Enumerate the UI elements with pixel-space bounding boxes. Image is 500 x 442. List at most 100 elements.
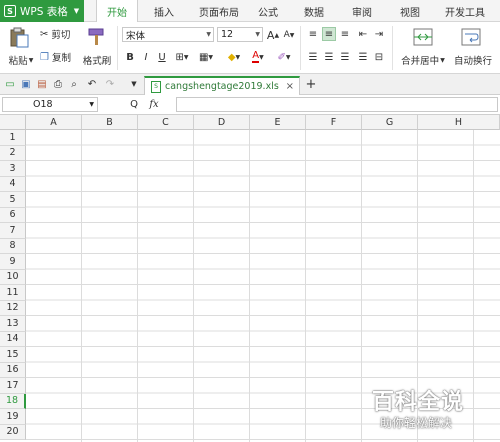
column-header[interactable]: D xyxy=(194,115,250,130)
save-icon[interactable]: ▣ xyxy=(20,78,32,90)
font-name-select[interactable]: 宋体 ▼ xyxy=(122,27,214,42)
redo-icon[interactable]: ↷ xyxy=(104,78,116,90)
align-left-icon: ☰ xyxy=(308,51,318,63)
copy-icon: ❐ xyxy=(40,51,49,63)
tab-data[interactable]: 数据 xyxy=(298,0,330,22)
select-all-corner[interactable] xyxy=(0,115,26,130)
print-icon[interactable]: ⎙ xyxy=(52,78,64,90)
row-header[interactable]: 8 xyxy=(0,238,26,254)
scissors-icon: ✂ xyxy=(40,28,49,40)
merge-center-button[interactable]: 合并居中 ▼ xyxy=(398,53,448,67)
menu-bar: S WPS 表格 ▼ 开始 插入 页面布局 公式 数据 审阅 视图 开发工具 xyxy=(0,0,500,23)
paste-label: 粘贴 xyxy=(8,56,28,67)
column-header[interactable]: A xyxy=(26,115,82,130)
tab-view[interactable]: 视图 xyxy=(394,0,426,22)
column-header[interactable]: H xyxy=(418,115,500,130)
row-header[interactable]: 5 xyxy=(0,192,26,208)
align-right-button[interactable]: ☰ xyxy=(338,50,352,64)
document-tab[interactable]: S cangshengtage2019.xls × xyxy=(144,76,300,95)
row-header[interactable]: 15 xyxy=(0,347,26,363)
row-header[interactable]: 7 xyxy=(0,223,26,239)
row-header[interactable]: 11 xyxy=(0,285,26,301)
align-top-button[interactable]: ≡ xyxy=(306,27,320,41)
copy-button[interactable]: ❐ 复制 xyxy=(40,50,78,65)
wps-menu-button[interactable]: S WPS 表格 ▼ xyxy=(0,0,84,22)
column-header[interactable]: F xyxy=(306,115,362,130)
align-left-button[interactable]: ☰ xyxy=(306,50,320,64)
row-header[interactable]: 10 xyxy=(0,269,26,285)
tab-formulas[interactable]: 公式 xyxy=(252,0,284,22)
row-header[interactable]: 20 xyxy=(0,424,26,440)
insert-function-icon[interactable]: fx xyxy=(146,98,162,111)
paste-icon[interactable] xyxy=(8,26,30,48)
row-header[interactable]: 6 xyxy=(0,207,26,223)
cut-button[interactable]: ✂ 剪切 xyxy=(40,27,78,42)
quick-access-dropdown-icon[interactable]: ▼ xyxy=(128,78,140,90)
row-header[interactable]: 18 xyxy=(0,393,26,409)
separator xyxy=(392,26,393,70)
row-header[interactable]: 2 xyxy=(0,145,26,161)
print-preview-icon[interactable]: ⌕ xyxy=(68,78,80,90)
row-header[interactable]: 1 xyxy=(0,130,26,146)
shrink-font-button[interactable]: A ▼ xyxy=(282,28,296,42)
chevron-down-icon: ▼ xyxy=(206,31,211,38)
row-header[interactable]: 3 xyxy=(0,161,26,177)
increase-indent-button[interactable]: ⇥ xyxy=(372,27,386,41)
undo-icon[interactable]: ↶ xyxy=(86,78,98,90)
row-header[interactable]: 13 xyxy=(0,316,26,332)
tab-insert[interactable]: 插入 xyxy=(146,0,182,22)
export-pdf-icon[interactable]: ▤ xyxy=(36,78,48,90)
grow-font-button[interactable]: A ▲ xyxy=(266,28,280,42)
document-tab-bar: ▭ ▣ ▤ ⎙ ⌕ ↶ ↷ ▼ S cangshengtage2019.xls … xyxy=(0,74,500,95)
tab-page-layout[interactable]: 页面布局 xyxy=(192,0,246,22)
row-header[interactable]: 14 xyxy=(0,331,26,347)
separator xyxy=(117,26,118,70)
new-tab-button[interactable]: + xyxy=(304,77,318,92)
zoom-icon[interactable]: Q xyxy=(128,98,140,111)
align-center-button[interactable]: ☰ xyxy=(322,50,336,64)
align-bottom-button[interactable]: ≡ xyxy=(338,27,352,41)
justify-icon: ☰ xyxy=(358,51,368,63)
cell-style-button[interactable]: ▦ ▼ xyxy=(196,50,216,64)
tab-review[interactable]: 审阅 xyxy=(346,0,378,22)
fill-color-button[interactable]: ◆ ▼ xyxy=(224,50,244,64)
distribute-button[interactable]: ⊟ xyxy=(372,50,386,64)
row-header[interactable]: 17 xyxy=(0,378,26,394)
name-box[interactable]: O18 ▼ xyxy=(2,97,98,112)
row-header[interactable]: 9 xyxy=(0,254,26,270)
align-middle-button[interactable]: ≡ xyxy=(322,27,336,41)
font-name-value: 宋体 xyxy=(126,30,146,42)
justify-button[interactable]: ☰ xyxy=(356,50,370,64)
close-tab-icon[interactable]: × xyxy=(286,81,294,92)
row-header[interactable]: 16 xyxy=(0,362,26,378)
tab-home[interactable]: 开始 xyxy=(96,0,138,23)
italic-button[interactable]: I xyxy=(140,50,152,64)
column-header[interactable]: C xyxy=(138,115,194,130)
clear-format-button[interactable]: ✐ ▼ xyxy=(274,50,294,64)
column-header[interactable]: E xyxy=(250,115,306,130)
formula-input[interactable] xyxy=(176,97,498,112)
border-button[interactable]: ⊞ ▼ xyxy=(172,50,192,64)
new-file-icon[interactable]: ▭ xyxy=(4,78,16,90)
font-color-button[interactable]: A ▼ xyxy=(248,50,268,64)
cell-reference: O18 xyxy=(33,99,53,110)
row-header[interactable]: 12 xyxy=(0,300,26,316)
ribbon: 粘贴 ▼ ✂ 剪切 ❐ 复制 格式刷 宋体 ▼ 12 ▼ A ▲ A ▼ B I U ⊞ ▼ ▦… xyxy=(0,22,500,74)
wrap-text-icon[interactable] xyxy=(460,26,482,48)
merge-center-icon[interactable] xyxy=(412,26,434,48)
format-painter-button[interactable]: 格式刷 xyxy=(80,53,114,67)
format-painter-icon[interactable] xyxy=(85,26,107,48)
indent-right-icon: ⇥ xyxy=(374,28,384,40)
column-header[interactable]: B xyxy=(82,115,138,130)
wrap-text-button[interactable]: 自动换行 xyxy=(450,53,496,67)
row-header[interactable]: 4 xyxy=(0,176,26,192)
font-size-value: 12 xyxy=(221,29,234,40)
decrease-indent-button[interactable]: ⇤ xyxy=(356,27,370,41)
paste-button[interactable]: 粘贴 ▼ xyxy=(6,53,36,67)
underline-button[interactable]: U xyxy=(156,50,168,64)
row-header[interactable]: 19 xyxy=(0,409,26,425)
bold-button[interactable]: B xyxy=(124,50,136,64)
column-header[interactable]: G xyxy=(362,115,418,130)
font-size-select[interactable]: 12 ▼ xyxy=(217,27,263,42)
tab-developer[interactable]: 开发工具 xyxy=(438,0,492,22)
